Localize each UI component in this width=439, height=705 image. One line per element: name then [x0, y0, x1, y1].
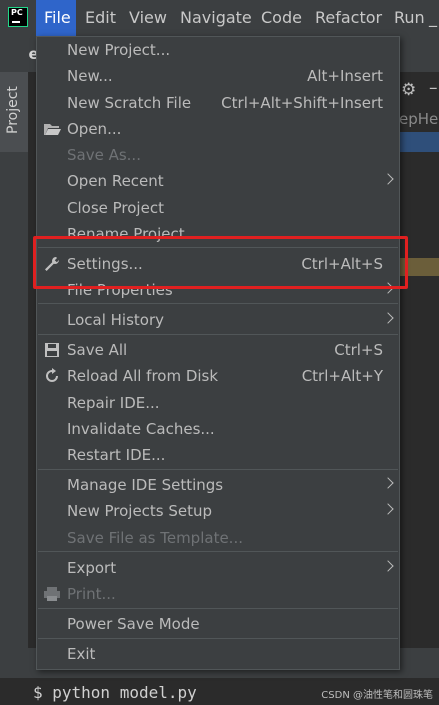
selected-row-bg	[395, 132, 439, 152]
menu-item-close-project[interactable]: Close Project	[37, 195, 399, 221]
menu-more[interactable]: _	[429, 0, 437, 36]
menu-separator	[38, 303, 398, 304]
menu-item-label: Open Recent	[67, 172, 164, 190]
submenu-arrow-icon	[382, 312, 394, 324]
menu-item-shortcut: Ctrl+Alt+Shift+Insert	[221, 94, 383, 112]
menu-run[interactable]: Run	[394, 0, 425, 36]
minimize-icon[interactable]: –	[429, 78, 438, 98]
menu-item-save-as: Save As...	[37, 142, 399, 168]
menu-item-label: Repair IDE...	[67, 394, 160, 412]
menu-view[interactable]: View	[129, 0, 167, 36]
menu-separator	[38, 551, 398, 552]
submenu-arrow-icon	[382, 560, 394, 572]
menu-item-reload-all[interactable]: Reload All from Disk Ctrl+Alt+Y	[37, 363, 399, 389]
menu-item-manage-ide-settings[interactable]: Manage IDE Settings	[37, 472, 399, 498]
menu-item-new-scratch-file[interactable]: New Scratch File Ctrl+Alt+Shift+Insert	[37, 90, 399, 116]
menu-navigate[interactable]: Navigate	[180, 0, 252, 36]
menu-item-label: Save File as Template...	[67, 529, 243, 547]
save-icon	[45, 343, 59, 357]
menu-item-label: Reload All from Disk	[67, 367, 219, 385]
menu-item-print: Print...	[37, 581, 399, 607]
logo-text: PC	[11, 8, 23, 17]
menu-item-label: Exit	[67, 645, 96, 663]
menu-item-invalidate-caches[interactable]: Invalidate Caches...	[37, 416, 399, 442]
pycharm-logo: PC	[8, 7, 28, 27]
menu-item-label: Open...	[67, 120, 122, 138]
menu-item-exit[interactable]: Exit	[37, 641, 399, 667]
logo-bar	[12, 21, 20, 23]
submenu-arrow-icon	[382, 173, 394, 185]
menu-item-label: Export	[67, 559, 117, 577]
menu-item-power-save-mode[interactable]: Power Save Mode	[37, 611, 399, 637]
settings-highlight-box	[33, 236, 408, 289]
menu-bar: PC File Edit View Navigate Code Refactor…	[0, 0, 439, 36]
menu-item-shortcut: Alt+Insert	[307, 67, 383, 85]
menu-item-new-projects-setup[interactable]: New Projects Setup	[37, 498, 399, 524]
folder-open-icon	[44, 124, 61, 135]
menu-item-export[interactable]: Export	[37, 555, 399, 581]
menu-item-shortcut: Ctrl+Alt+Y	[301, 367, 383, 385]
menu-separator	[38, 638, 398, 639]
menu-item-label: Local History	[67, 311, 165, 329]
menu-item-new-project[interactable]: New Project...	[37, 37, 399, 63]
menu-item-shortcut: Ctrl+S	[334, 341, 383, 359]
menu-separator	[38, 469, 398, 470]
menu-item-label: Print...	[67, 585, 116, 603]
menu-item-label: Invalidate Caches...	[67, 420, 215, 438]
menu-item-repair-ide[interactable]: Repair IDE...	[37, 390, 399, 416]
submenu-arrow-icon	[382, 477, 394, 489]
menu-refactor[interactable]: Refactor	[315, 0, 382, 36]
menu-item-open-recent[interactable]: Open Recent	[37, 168, 399, 194]
editor-tab-fragment[interactable]: epHe	[399, 110, 438, 128]
menu-code[interactable]: Code	[261, 0, 302, 36]
menu-item-local-history[interactable]: Local History	[37, 307, 399, 333]
menu-item-new[interactable]: New... Alt+Insert	[37, 63, 399, 89]
menu-item-save-file-as-template: Save File as Template...	[37, 525, 399, 551]
menu-item-label: New Project...	[67, 41, 171, 59]
menu-item-label: New Scratch File	[67, 94, 192, 112]
menu-item-label: New...	[67, 67, 113, 85]
reload-icon	[46, 368, 58, 382]
menu-item-label: Manage IDE Settings	[67, 476, 224, 494]
menu-item-label: New Projects Setup	[67, 502, 213, 520]
menu-file[interactable]: File	[36, 0, 76, 36]
project-tab-label: Project	[5, 86, 21, 134]
menu-item-label: Save All	[67, 341, 128, 359]
menu-edit[interactable]: Edit	[85, 0, 116, 36]
terminal-prompt: $ python model.py CSDN @油性笔和圆珠笔	[0, 678, 439, 705]
file-menu-dropdown: New Project... New... Alt+Insert New Scr…	[36, 36, 400, 670]
menu-separator	[38, 334, 398, 335]
project-tool-tab[interactable]: Project	[0, 72, 28, 152]
gear-icon[interactable]: ⚙	[401, 80, 416, 100]
menu-item-label: Power Save Mode	[67, 615, 200, 633]
print-icon	[44, 587, 60, 601]
submenu-arrow-icon	[382, 503, 394, 515]
terminal-command: $ python model.py	[33, 683, 197, 702]
menu-item-open[interactable]: Open...	[37, 116, 399, 142]
menu-separator	[38, 608, 398, 609]
menu-item-label: Save As...	[67, 146, 141, 164]
watermark: CSDN @油性笔和圆珠笔	[321, 690, 433, 701]
menu-item-save-all[interactable]: Save All Ctrl+S	[37, 337, 399, 363]
menu-item-restart-ide[interactable]: Restart IDE...	[37, 442, 399, 468]
menu-item-label: Close Project	[67, 199, 164, 217]
menu-item-label: Restart IDE...	[67, 446, 166, 464]
